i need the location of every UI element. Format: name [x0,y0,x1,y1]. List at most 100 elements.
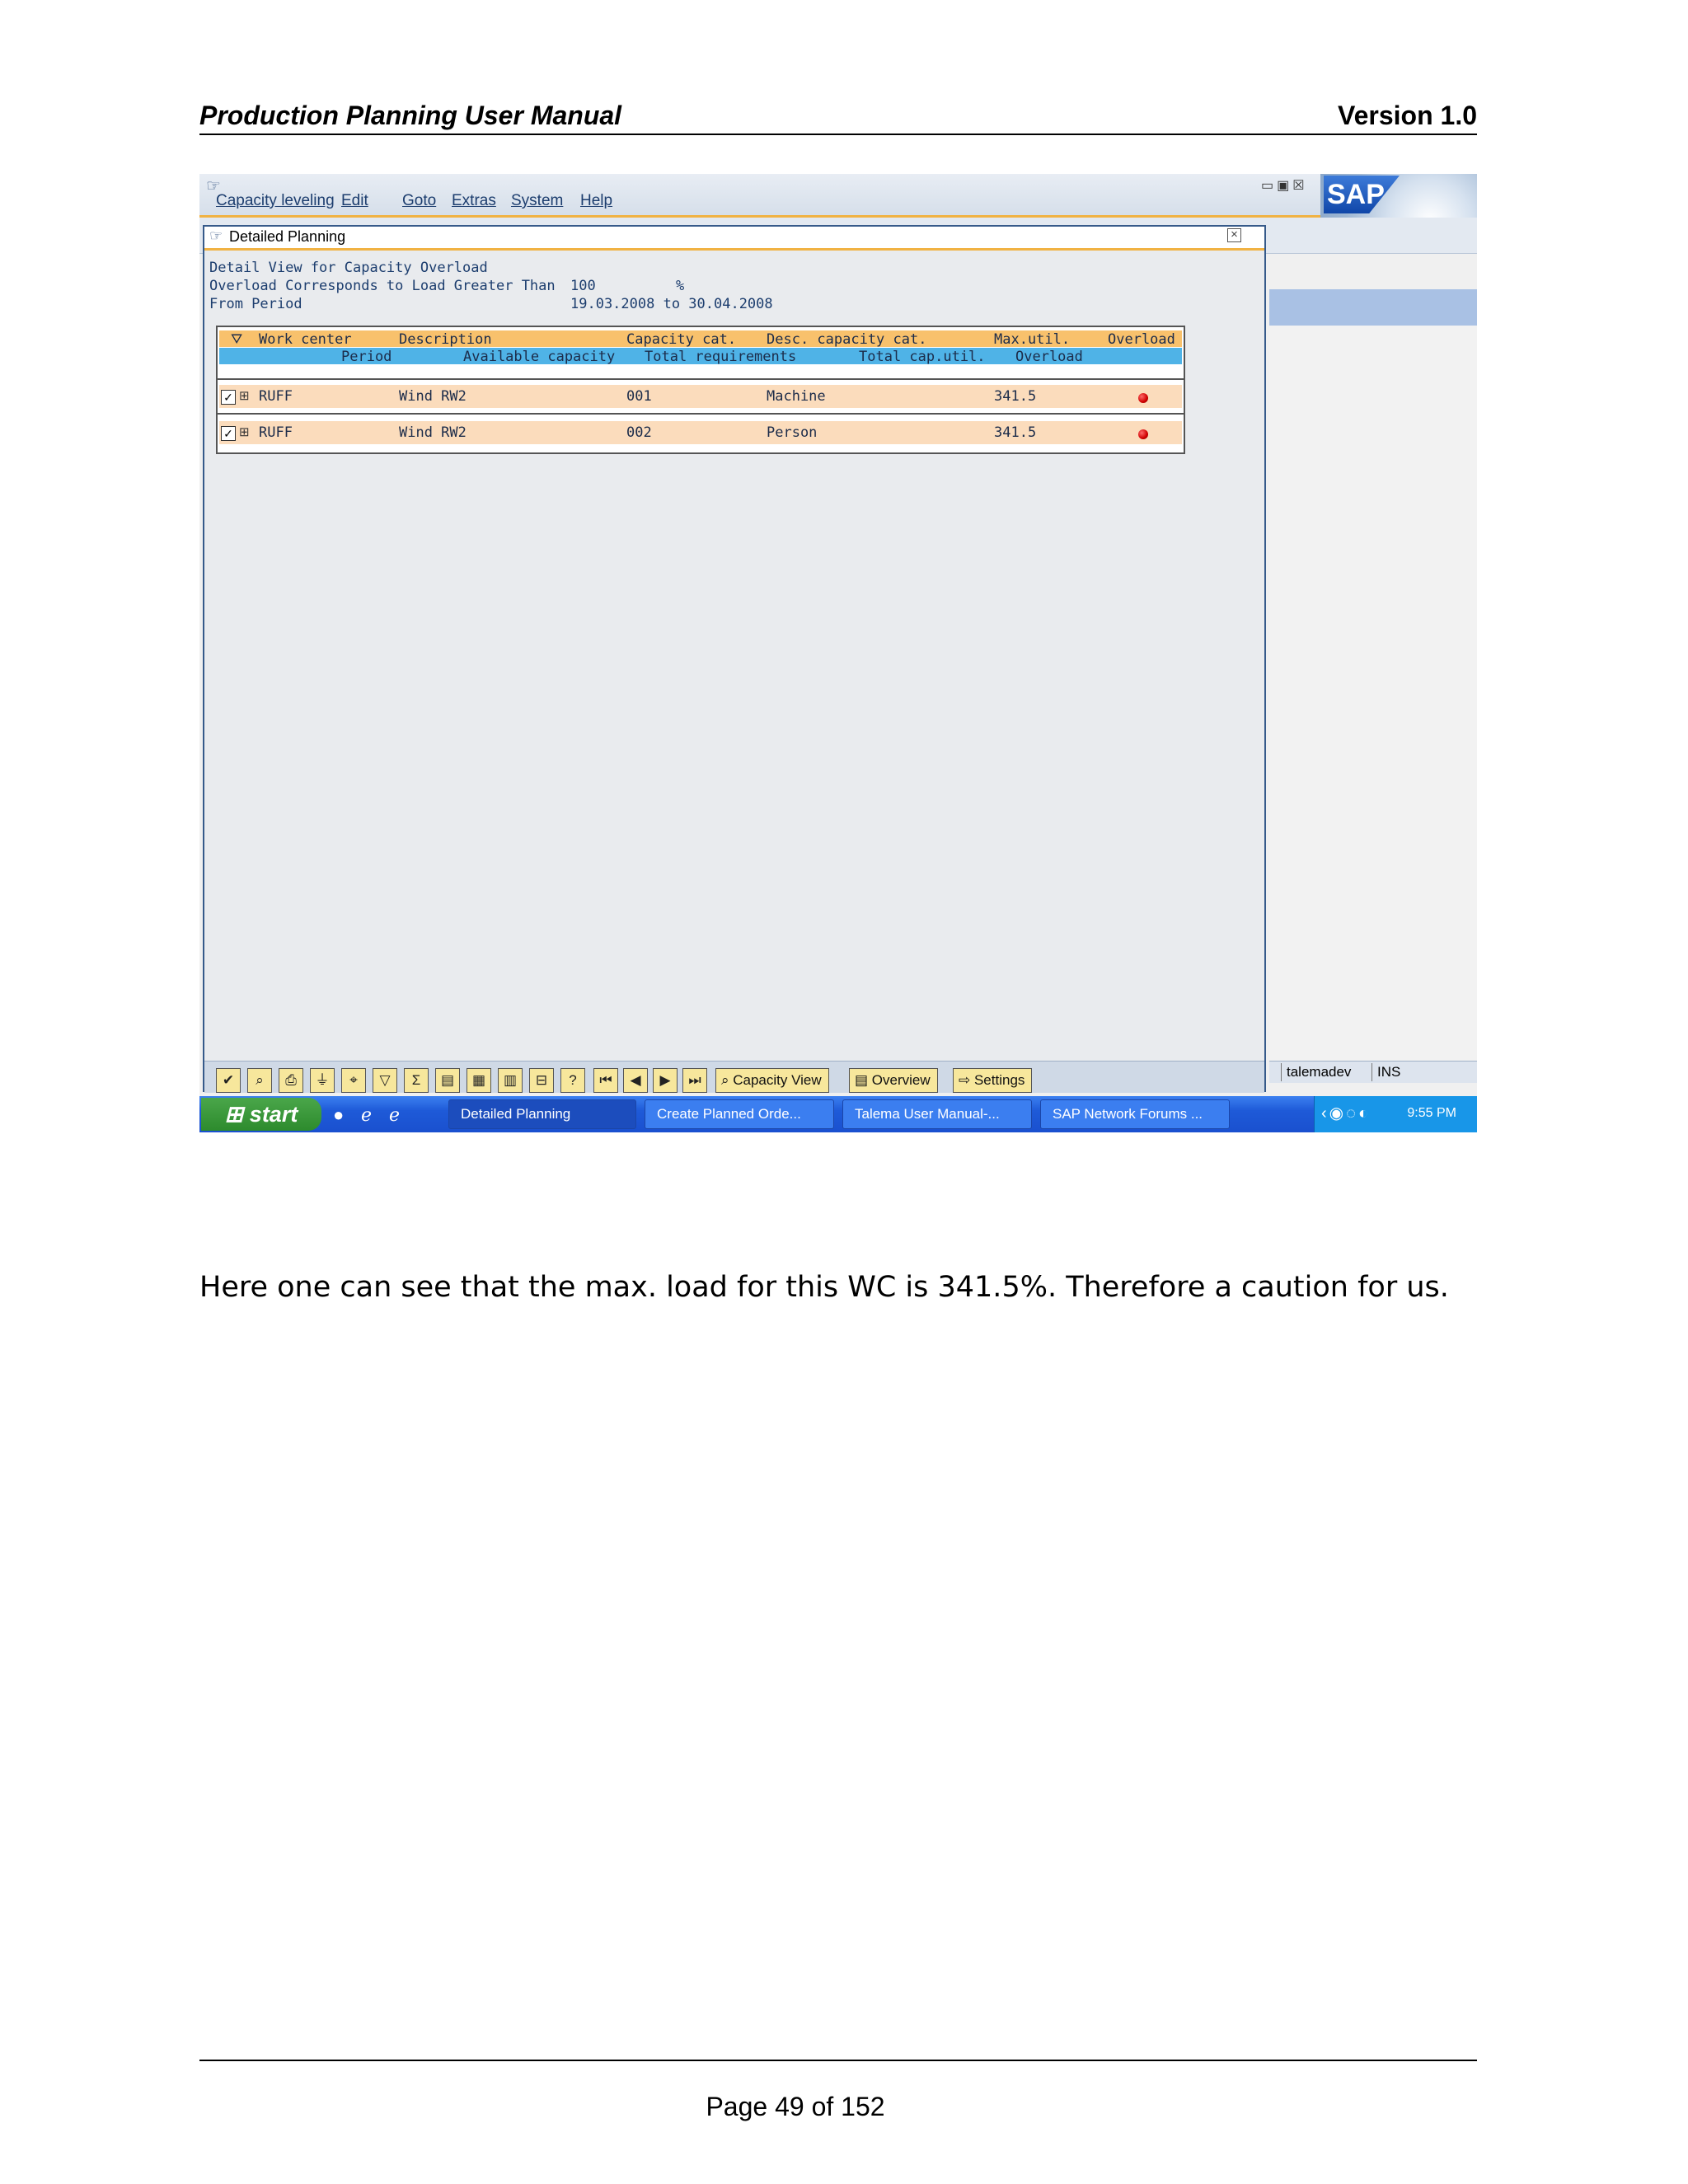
cell-max-util: 341.5 [994,424,1037,441]
sum-icon[interactable]: Σ [404,1068,429,1093]
detailed-planning-dialog: ☞ Detailed Planning × Detail View for Ca… [203,225,1266,1093]
cell-work-center: RUFF [259,424,293,441]
menu-help[interactable]: Help [580,192,612,210]
info-period-value: 19.03.2008 to 30.04.2008 [570,296,773,312]
overview-label: Overview [871,1072,931,1088]
print-icon[interactable]: ⎙ [279,1068,303,1093]
col-capacity-cat[interactable]: Capacity cat. [626,331,736,348]
explorer-icon[interactable]: ℯ [389,1104,400,1126]
expand-all-icon[interactable]: ⛛ [231,331,242,348]
col-max-util[interactable]: Max.util. [994,331,1070,348]
overview-button[interactable]: ▤ Overview [849,1068,938,1093]
info-heading: Detail View for Capacity Overload [209,260,488,276]
cell-description: Wind RW2 [399,424,467,441]
layout-icon[interactable]: ▦ [467,1068,491,1093]
menu-edit[interactable]: Edit [341,192,368,210]
first-page-icon[interactable]: ⏮ [593,1068,618,1093]
sap-logo: SAP [1324,176,1400,213]
start-button[interactable]: ⊞ start [201,1098,321,1131]
capacity-view-button[interactable]: ⌕ Capacity View [715,1068,829,1093]
document-header: Production Planning User Manual Version … [199,97,1477,135]
task-talema-manual[interactable]: Talema User Manual-... [842,1099,1032,1129]
status-system[interactable]: talemadev [1281,1063,1356,1081]
col-overload[interactable]: Overload [1108,331,1175,348]
menu-extras[interactable]: Extras [452,192,496,210]
filter-icon[interactable]: ⏚ [310,1068,335,1093]
last-page-icon[interactable]: ⏭ [682,1068,707,1093]
grid-header-row: ⛛ Work center Description Capacity cat. … [219,330,1182,348]
ie-icon[interactable]: ℯ [361,1104,372,1126]
row-checkbox[interactable]: ✓ [221,390,236,405]
col-desc-capacity-cat[interactable]: Desc. capacity cat. [767,331,926,348]
grid-subheader-row: Period Available capacity Total requirem… [219,348,1182,365]
status-mode[interactable]: INS [1372,1063,1405,1081]
body-paragraph: Here one can see that the max. load for … [199,1271,1449,1304]
table-row[interactable]: ✓ ⊞ RUFF Wind RW2 002 Person 341.5 [219,421,1182,444]
task-create-planned-order[interactable]: Create Planned Orde... [645,1099,834,1129]
dialog-button-bar: ✔ ⌕ ⎙ ⏚ ⌖ ▽ Σ ▤ ▦ ▥ ⊟ ? ⏮ ◀ ▶ ⏭ ⌕ Capaci… [204,1061,1264,1093]
col-total-cap-util[interactable]: Total cap.util. [859,349,986,365]
info-threshold-value: 100 [570,278,596,294]
window-controls[interactable]: ▭▣☒ [1261,177,1308,194]
col-period-overload[interactable]: Overload [1015,349,1083,365]
cell-description: Wind RW2 [399,388,467,405]
dialog-titlebar: ☞ Detailed Planning × [204,227,1264,251]
cell-capacity-cat: 001 [626,388,652,405]
confirm-icon[interactable]: ✔ [216,1068,241,1093]
col-total-requirements[interactable]: Total requirements [645,349,796,365]
capacity-view-label: Capacity View [733,1072,822,1088]
menu-goto[interactable]: Goto [402,192,436,210]
previous-page-icon[interactable]: ◀ [623,1068,648,1093]
grid-divider [218,413,1184,415]
cell-desc-capacity-cat: Person [767,424,818,441]
sap-menubar: ☞ Capacity leveling Edit Goto Extras Sys… [199,174,1477,218]
menu-capacity-leveling[interactable]: Capacity leveling [216,192,335,210]
menu-system[interactable]: System [511,192,563,210]
details-icon[interactable]: ⌕ [247,1068,272,1093]
overload-alert-icon [1138,393,1148,403]
dialog-title: Detailed Planning [229,228,346,245]
window-icon: ☞ [209,227,223,244]
cell-capacity-cat: 002 [626,424,652,441]
capacity-overload-grid: ⛛ Work center Description Capacity cat. … [216,326,1185,454]
row-checkbox[interactable]: ✓ [221,426,236,441]
task-detailed-planning[interactable]: Detailed Planning [448,1099,636,1129]
task-sap-forums[interactable]: SAP Network Forums ... [1040,1099,1230,1129]
print-preview-icon[interactable]: ▤ [435,1068,460,1093]
col-period[interactable]: Period [341,349,392,365]
sap-main-area [1269,326,1477,1067]
info-period-label: From Period [209,296,302,312]
table-row[interactable]: ✓ ⊞ RUFF Wind RW2 001 Machine 341.5 [219,385,1182,408]
page-number: Page 49 of 152 [706,2092,885,2121]
clock: 9:55 PM [1407,1106,1456,1120]
sap-status-bar: talemadev INS [1269,1061,1477,1083]
system-tray: ‹◉◌◐ 9:55 PM [1314,1096,1477,1132]
next-page-icon[interactable]: ▶ [653,1068,678,1093]
col-available-capacity[interactable]: Available capacity [463,349,615,365]
info-threshold-unit: % [676,278,685,294]
hierarchy-icon[interactable]: ⊟ [529,1068,554,1093]
sap-screenshot: ☞ Capacity leveling Edit Goto Extras Sys… [199,174,1477,1132]
columns-icon[interactable]: ▥ [498,1068,523,1093]
cell-max-util: 341.5 [994,388,1037,405]
sap-title-band [1269,289,1477,326]
close-icon[interactable]: × [1227,228,1241,242]
overload-alert-icon [1138,429,1148,439]
document-version: Version 1.0 [1338,101,1477,130]
grid-divider [218,378,1184,380]
tray-icons[interactable]: ‹◉◌◐ [1321,1103,1371,1123]
settings-label: Settings [973,1072,1025,1088]
help-icon[interactable]: ? [560,1068,585,1093]
settings-button[interactable]: ⇨ Settings [953,1068,1033,1093]
find-icon[interactable]: ⌖ [341,1068,366,1093]
cell-desc-capacity-cat: Machine [767,388,826,405]
set-filter-icon[interactable]: ▽ [373,1068,397,1093]
col-description[interactable]: Description [399,331,492,348]
document-title: Production Planning User Manual [199,101,622,130]
col-work-center[interactable]: Work center [259,331,352,348]
firefox-icon[interactable]: ● [333,1104,344,1126]
start-label: start [249,1102,298,1127]
footer-divider [199,2060,1477,2061]
expand-node-icon[interactable]: ⊞ [239,424,250,439]
expand-node-icon[interactable]: ⊞ [239,388,250,403]
